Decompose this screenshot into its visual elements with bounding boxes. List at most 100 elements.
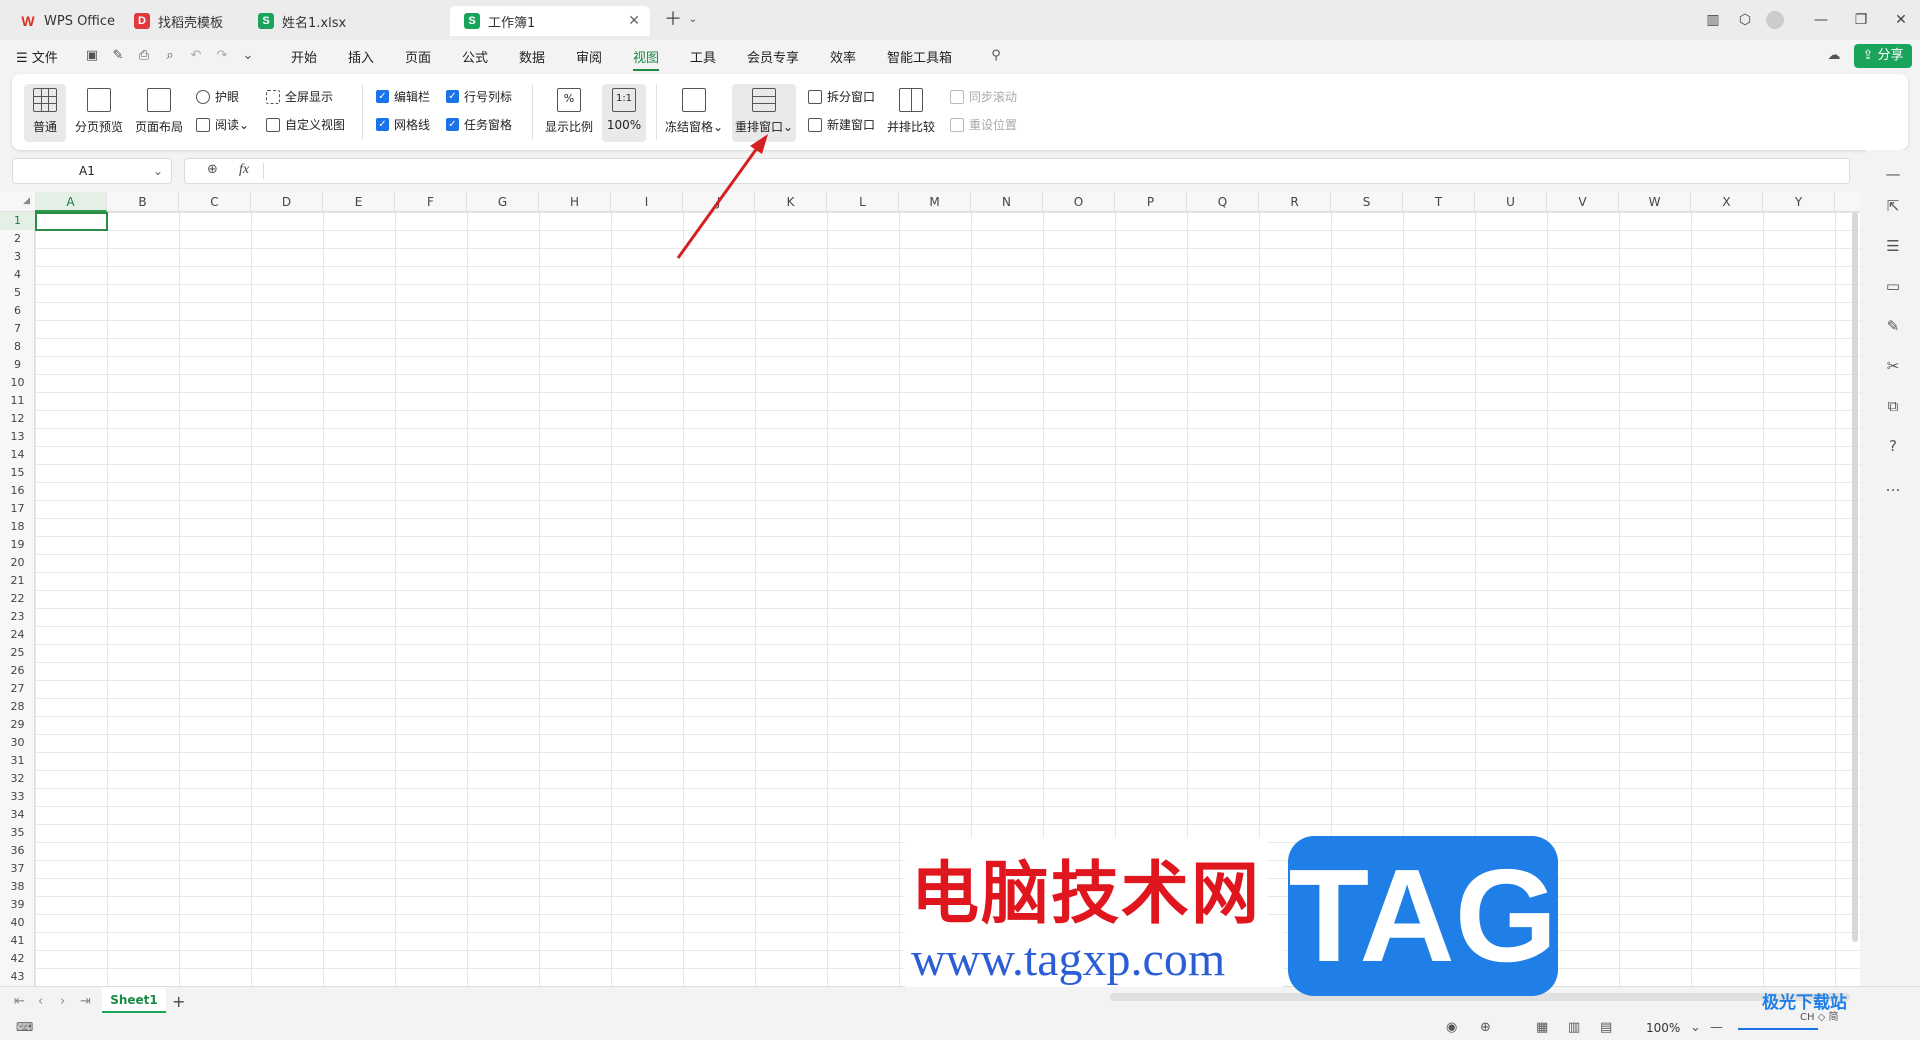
row-header[interactable]: 6 (0, 302, 35, 320)
fx-icon[interactable]: fx (239, 162, 249, 178)
row-header[interactable]: 2 (0, 230, 35, 248)
row-header[interactable]: 24 (0, 626, 35, 644)
scroll-thumb[interactable] (1852, 212, 1858, 942)
column-header[interactable]: Q (1187, 192, 1259, 212)
menu-formula[interactable]: 公式 (462, 47, 488, 66)
column-header[interactable]: T (1403, 192, 1475, 212)
column-header[interactable]: B (107, 192, 179, 212)
row-header[interactable]: 31 (0, 752, 35, 770)
column-header[interactable]: A (35, 192, 107, 212)
column-header[interactable]: Y (1763, 192, 1835, 212)
brush-icon[interactable]: ✎ (110, 48, 126, 64)
save-icon[interactable]: ▣ (84, 48, 100, 64)
vertical-scrollbar[interactable] (1850, 212, 1860, 942)
reset-position-button[interactable]: 重设位置 (950, 116, 1017, 133)
close-window-icon[interactable]: ✕ (1890, 10, 1912, 30)
page-layout-button[interactable]: 页面布局 (132, 88, 186, 135)
row-header[interactable]: 22 (0, 590, 35, 608)
column-header[interactable]: N (971, 192, 1043, 212)
add-sheet-button[interactable]: + (172, 992, 185, 1011)
reading-button[interactable]: 阅读 ⌄ (196, 116, 249, 133)
row-header[interactable]: 11 (0, 392, 35, 410)
close-icon[interactable]: ✕ (628, 13, 640, 29)
row-header[interactable]: 23 (0, 608, 35, 626)
layout-icon[interactable]: ▥ (1702, 10, 1724, 30)
row-header[interactable]: 10 (0, 374, 35, 392)
column-header[interactable]: W (1619, 192, 1691, 212)
chevron-down-icon[interactable]: ⌄ (1690, 1020, 1701, 1035)
zoom-slider[interactable] (1738, 1028, 1818, 1030)
row-header[interactable]: 7 (0, 320, 35, 338)
active-cell[interactable] (35, 212, 108, 231)
row-header[interactable]: 41 (0, 932, 35, 950)
menu-insert[interactable]: 插入 (348, 47, 374, 66)
tab-file-xlsx[interactable]: S 姓名1.xlsx (244, 6, 444, 36)
row-header[interactable]: 27 (0, 680, 35, 698)
side-by-side-button[interactable]: 并排比较 (884, 88, 938, 135)
new-tab-icon[interactable]: ＋ (662, 10, 684, 30)
column-header[interactable]: D (251, 192, 323, 212)
row-header[interactable]: 36 (0, 842, 35, 860)
gridlines-checkbox[interactable]: ✓ 网格线 (376, 116, 430, 133)
column-header[interactable]: L (827, 192, 899, 212)
row-header[interactable]: 17 (0, 500, 35, 518)
minimize-icon[interactable]: — (1810, 10, 1832, 30)
task-pane-checkbox[interactable]: ✓ 任务窗格 (446, 116, 512, 133)
fullscreen-button[interactable]: 全屏显示 (266, 88, 333, 105)
row-header[interactable]: 35 (0, 824, 35, 842)
zoom-button[interactable]: % 显示比例 (542, 88, 596, 135)
row-header[interactable]: 28 (0, 698, 35, 716)
column-header[interactable]: V (1547, 192, 1619, 212)
comment-icon[interactable]: ▭ (1883, 276, 1903, 296)
formula-bar-checkbox[interactable]: ✓ 编辑栏 (376, 88, 430, 105)
chevron-down-icon[interactable]: ⌄ (682, 10, 704, 30)
macro-icon[interactable]: ⌨ (16, 1020, 33, 1034)
row-header[interactable]: 29 (0, 716, 35, 734)
freeze-panes-button[interactable]: 冻结窗格⌄ (664, 88, 724, 135)
chart-edit-icon[interactable]: ✎ (1883, 316, 1903, 336)
page-layout-view-icon[interactable]: ▤ (1600, 1020, 1612, 1035)
restore-icon[interactable]: ❐ (1850, 10, 1872, 30)
row-header[interactable]: 8 (0, 338, 35, 356)
more-icon[interactable]: … (1883, 476, 1903, 496)
tools-icon[interactable]: ✂ (1883, 356, 1903, 376)
row-header[interactable]: 4 (0, 266, 35, 284)
zoom-out-icon[interactable]: — (1710, 1020, 1723, 1035)
settings-sliders-icon[interactable]: ☰ (1883, 236, 1903, 256)
column-header[interactable]: G (467, 192, 539, 212)
new-window-button[interactable]: 新建窗口 (808, 116, 875, 133)
name-box[interactable]: A1 ⌄ (12, 158, 172, 184)
column-header[interactable]: E (323, 192, 395, 212)
reader-icon[interactable]: ⧉ (1883, 396, 1903, 416)
menu-page[interactable]: 页面 (405, 47, 431, 66)
menu-tools[interactable]: 工具 (690, 47, 716, 66)
menu-view[interactable]: 视图 (633, 47, 660, 71)
row-header[interactable]: 33 (0, 788, 35, 806)
page-break-preview-button[interactable]: 分页预览 (72, 88, 126, 135)
tab-docer[interactable]: D 找稻壳模板 (120, 6, 238, 36)
file-menu[interactable]: ☰ 文件 (16, 47, 58, 66)
row-header[interactable]: 20 (0, 554, 35, 572)
row-header[interactable]: 14 (0, 446, 35, 464)
column-header[interactable]: C (179, 192, 251, 212)
eye-care-button[interactable]: 护眼 (196, 88, 239, 105)
formula-input[interactable]: ⊕ fx (184, 158, 1850, 184)
select-all-icon[interactable]: ◢ (0, 192, 35, 212)
row-header[interactable]: 9 (0, 356, 35, 374)
normal-view-button[interactable]: 普通 (24, 84, 66, 142)
menu-review[interactable]: 审阅 (576, 47, 602, 66)
split-window-button[interactable]: 拆分窗口 (808, 88, 875, 105)
row-header[interactable]: 19 (0, 536, 35, 554)
zoom-search-icon[interactable]: ⊕ (207, 162, 218, 177)
row-header[interactable]: 34 (0, 806, 35, 824)
help-icon[interactable]: ? (1883, 436, 1903, 456)
headings-checkbox[interactable]: ✓ 行号列标 (446, 88, 512, 105)
column-header[interactable]: S (1331, 192, 1403, 212)
cube-icon[interactable]: ⬡ (1734, 10, 1756, 30)
last-sheet-icon[interactable]: ⇥ (80, 994, 91, 1009)
cloud-icon[interactable]: ☁ (1826, 48, 1842, 64)
tab-workbook1[interactable]: S 工作簿1 ✕ (450, 6, 650, 36)
row-header[interactable]: 16 (0, 482, 35, 500)
column-header[interactable]: P (1115, 192, 1187, 212)
menu-efficiency[interactable]: 效率 (830, 47, 856, 66)
